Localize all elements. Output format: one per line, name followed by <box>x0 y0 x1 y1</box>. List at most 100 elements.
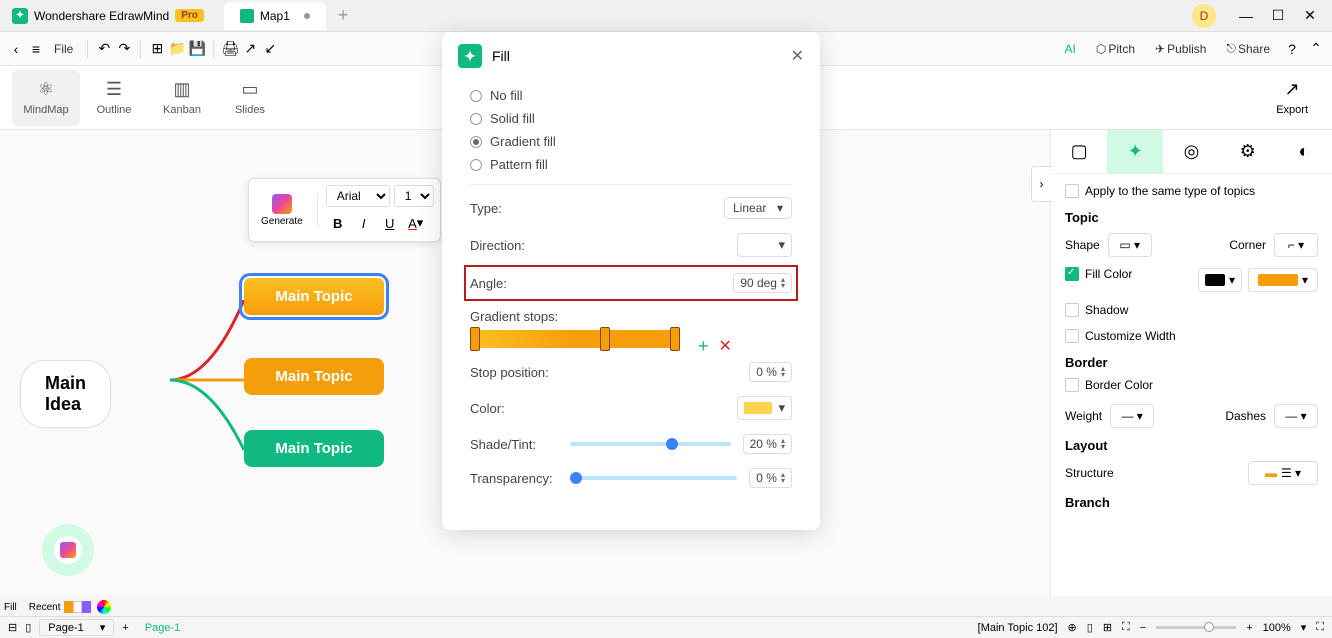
gradient-stop-1[interactable] <box>470 327 480 351</box>
recent-color-1[interactable] <box>64 601 73 613</box>
font-select[interactable]: Arial <box>326 185 390 207</box>
zoom-slider[interactable] <box>1156 626 1236 629</box>
type-label: Type: <box>470 201 502 216</box>
topic-node-2[interactable]: Main Topic <box>244 358 384 395</box>
corner-select[interactable]: ⌐ ▾ <box>1274 233 1318 257</box>
fill-color-checkbox[interactable]: Fill Color <box>1065 267 1132 281</box>
main-idea-node[interactable]: Main Idea <box>20 360 111 428</box>
gradient-stop-2[interactable] <box>600 327 610 351</box>
delete-stop-button[interactable]: ✕ <box>719 336 732 357</box>
structure-select[interactable]: ▬☰ ▾ <box>1248 461 1318 485</box>
transparency-slider[interactable] <box>570 476 737 480</box>
tab-style[interactable]: ✦ <box>1107 130 1163 173</box>
radio-solid-fill[interactable]: Solid fill <box>470 111 792 126</box>
view-toggle-icon[interactable]: ⊟ <box>8 621 17 634</box>
redo-icon[interactable]: ↷ <box>116 41 132 57</box>
sidebar-collapse-button[interactable]: › <box>1031 166 1051 202</box>
shadow-checkbox[interactable]: Shadow <box>1065 303 1318 317</box>
import-icon[interactable]: ↙ <box>262 41 278 57</box>
topic-node-1[interactable]: Main Topic <box>244 278 384 315</box>
fill-style-select[interactable]: ▾ <box>1198 268 1242 292</box>
view-outline[interactable]: ☰ Outline <box>80 70 148 126</box>
color-select[interactable]: ▾ <box>737 396 792 420</box>
fit-icon[interactable]: ⛶ <box>1122 621 1130 634</box>
shade-input[interactable]: 20 %▴▾ <box>743 434 792 454</box>
status-icon-2[interactable]: ▯ <box>1087 621 1093 634</box>
new-tab-button[interactable]: + <box>338 5 349 26</box>
zoom-in-button[interactable]: + <box>1246 622 1252 634</box>
fill-color-select[interactable]: ▾ <box>1248 268 1318 292</box>
transparency-input[interactable]: 0 %▴▾ <box>749 468 792 488</box>
tab-history[interactable]: ◐ <box>1276 130 1332 173</box>
share-button[interactable]: ⎋ Share <box>1220 37 1276 60</box>
export-button[interactable]: ↗ Export <box>1276 79 1308 116</box>
minimize-button[interactable]: — <box>1232 2 1260 30</box>
layout-icon[interactable]: ▯ <box>25 621 31 634</box>
font-color-button[interactable]: A▾ <box>404 211 428 235</box>
angle-input[interactable]: 90 deg▴▾ <box>733 273 792 293</box>
tab-location[interactable]: ◎ <box>1163 130 1219 173</box>
document-tab[interactable]: Map1 <box>224 2 326 30</box>
help-icon[interactable]: ? <box>1284 41 1300 57</box>
bold-button[interactable]: B <box>326 211 350 235</box>
angle-label: Angle: <box>470 276 507 291</box>
radio-pattern-fill[interactable]: Pattern fill <box>470 157 792 172</box>
type-select[interactable]: Linear▾ <box>724 197 792 219</box>
italic-button[interactable]: I <box>352 211 376 235</box>
ai-assistant-button[interactable] <box>42 524 94 576</box>
gradient-track[interactable] <box>470 330 680 348</box>
recent-color-2[interactable] <box>73 601 82 613</box>
undo-icon[interactable]: ↶ <box>96 41 112 57</box>
fullscreen-icon[interactable]: ⛶ <box>1316 621 1324 634</box>
view-kanban[interactable]: ▥ Kanban <box>148 70 216 126</box>
mindmap-icon: ⚛ <box>38 79 54 100</box>
shape-select[interactable]: ▭ ▾ <box>1108 233 1152 257</box>
file-menu[interactable]: File <box>48 38 79 60</box>
view-slides[interactable]: ▭ Slides <box>216 70 284 126</box>
back-icon[interactable]: ‹ <box>8 41 24 57</box>
status-icon-1[interactable]: ⊕ <box>1068 621 1077 634</box>
color-wheel-button[interactable] <box>97 600 111 614</box>
customize-width-checkbox[interactable]: Customize Width <box>1065 329 1318 343</box>
new-icon[interactable]: ⊞ <box>149 41 165 57</box>
open-icon[interactable]: 📁 <box>169 41 185 57</box>
border-color-checkbox[interactable]: Border Color <box>1065 378 1318 392</box>
corner-label: Corner <box>1229 238 1266 252</box>
print-icon[interactable]: 🖨 <box>222 41 238 57</box>
menu-icon[interactable]: ≡ <box>28 41 44 57</box>
topic-node-3[interactable]: Main Topic <box>244 430 384 467</box>
maximize-button[interactable]: ☐ <box>1264 2 1292 30</box>
apply-same-type-checkbox[interactable]: Apply to the same type of topics <box>1065 184 1318 198</box>
recent-color-3[interactable] <box>82 601 91 613</box>
add-page-button[interactable]: + <box>122 622 128 634</box>
underline-button[interactable]: U <box>378 211 402 235</box>
page-tab[interactable]: Page-1 <box>137 622 188 634</box>
tab-topic[interactable]: ▢ <box>1051 130 1107 173</box>
gradient-stop-3[interactable] <box>670 327 680 351</box>
stop-position-input[interactable]: 0 %▴▾ <box>749 362 792 382</box>
direction-select[interactable]: ▾ <box>737 233 792 257</box>
publish-button[interactable]: ✈ Publish <box>1149 38 1212 60</box>
dialog-close-button[interactable]: ✕ <box>791 46 804 66</box>
shade-slider[interactable] <box>570 442 731 446</box>
add-stop-button[interactable]: + <box>698 336 709 357</box>
tab-settings[interactable]: ⚙ <box>1220 130 1276 173</box>
pitch-button[interactable]: ⬡ Pitch <box>1090 38 1141 60</box>
more-icon[interactable]: ⌃ <box>1308 41 1324 57</box>
shade-label: Shade/Tint: <box>470 437 558 452</box>
size-select[interactable]: 14 <box>394 185 434 207</box>
export-icon[interactable]: ↗ <box>242 41 258 57</box>
weight-select[interactable]: — ▾ <box>1110 404 1154 428</box>
ai-button[interactable]: AI <box>1059 38 1082 60</box>
radio-no-fill[interactable]: No fill <box>470 88 792 103</box>
page-select[interactable]: Page-1▾ <box>39 619 114 636</box>
generate-button[interactable]: Generate <box>255 194 309 227</box>
dashes-select[interactable]: — ▾ <box>1274 404 1318 428</box>
radio-gradient-fill[interactable]: Gradient fill <box>470 134 792 149</box>
save-icon[interactable]: 💾 <box>189 41 205 57</box>
close-button[interactable]: ✕ <box>1296 2 1324 30</box>
status-icon-3[interactable]: ⊞ <box>1103 621 1112 634</box>
view-mindmap[interactable]: ⚛ MindMap <box>12 70 80 126</box>
user-avatar[interactable]: D <box>1192 4 1216 28</box>
zoom-out-button[interactable]: − <box>1140 622 1146 634</box>
